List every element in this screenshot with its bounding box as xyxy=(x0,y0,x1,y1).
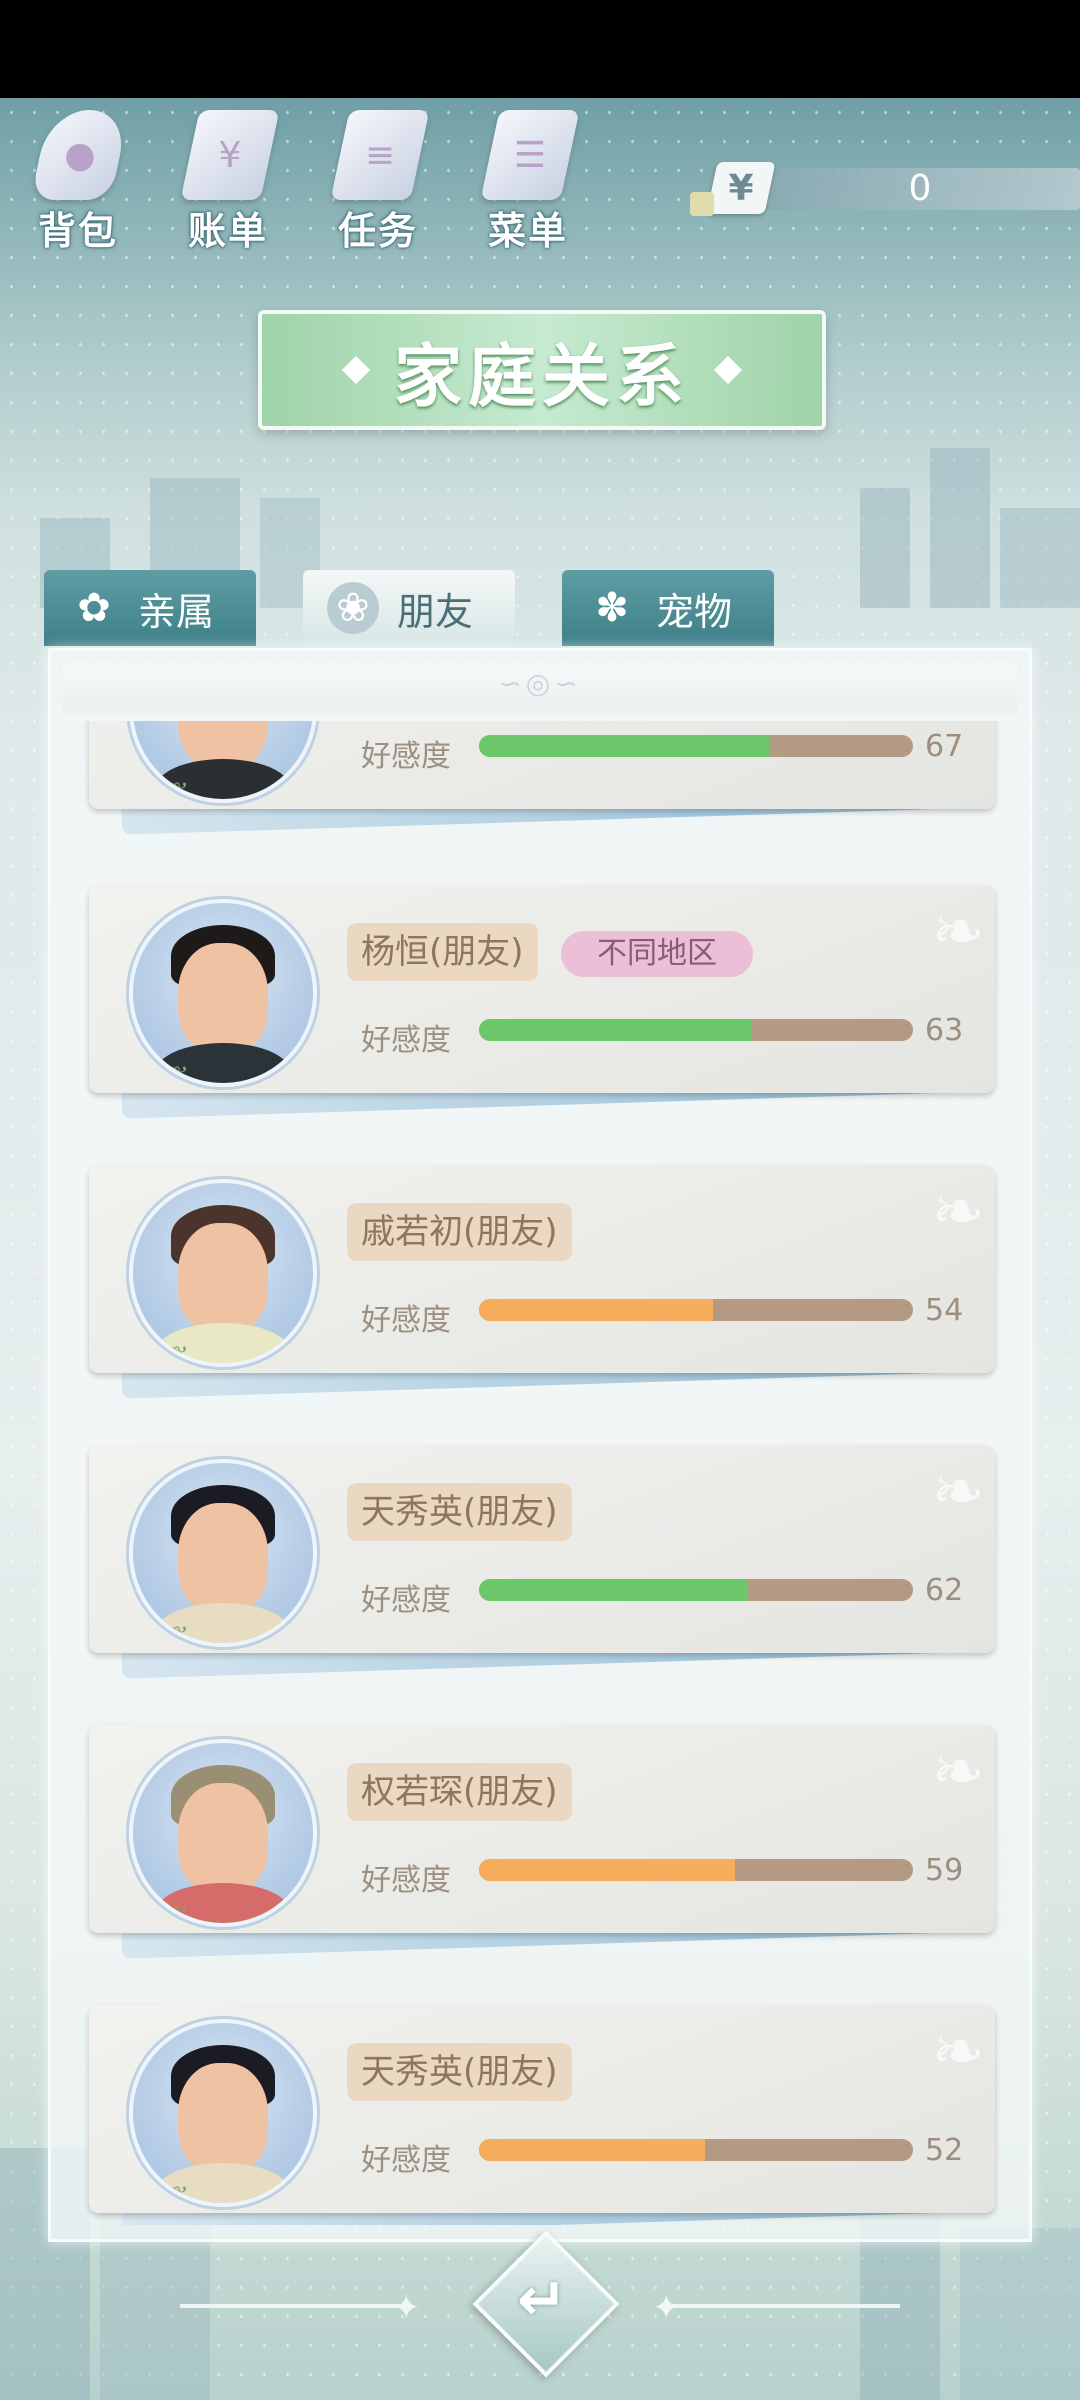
affinity-label: 好感度 xyxy=(361,2143,451,2178)
bag-label: 背包 xyxy=(37,209,118,253)
affinity-bar xyxy=(479,1019,913,1041)
bill-button[interactable]: ¥ 账单 xyxy=(168,110,288,260)
sakura-icon: ✿ xyxy=(77,585,111,631)
affinity-label: 好感度 xyxy=(361,1583,451,1618)
affinity-value: 52 xyxy=(925,2133,964,2168)
back-button[interactable]: ↵ xyxy=(472,2230,620,2378)
coin-icon xyxy=(690,192,714,216)
sparkle-icon: ✦ xyxy=(652,2288,681,2328)
menu-label: 菜单 xyxy=(487,209,568,253)
tab-label: 亲属 xyxy=(138,589,215,634)
divider-left xyxy=(180,2304,410,2308)
affinity-value: 63 xyxy=(925,1013,964,1048)
money-display: 0 ¥ xyxy=(690,162,1080,216)
avatar: ❦❦❦ xyxy=(129,899,317,1087)
tab-pets[interactable]: ✽ 宠物 xyxy=(562,570,774,646)
affinity-value: 59 xyxy=(925,1853,964,1888)
friends-list[interactable]: ❦❦❦ 好感度 67 ❧ ❦❦❦ 杨恒(朋友) 不同地区 好感度 63 ❧ ❦❦… xyxy=(51,721,1035,2225)
tab-label: 朋友 xyxy=(397,589,474,634)
task-label: 任务 xyxy=(337,209,418,253)
friend-name: 杨恒(朋友) xyxy=(347,923,538,981)
friend-card[interactable]: ❧ ❦❦❦ 戚若初(朋友) 好感度 54 xyxy=(89,1165,995,1399)
vine-ornament-icon: ❧ xyxy=(931,1455,985,1529)
avatar: ❦❦❦ xyxy=(129,1739,317,1927)
avatar: ❦❦❦ xyxy=(129,2019,317,2207)
friend-card[interactable]: ❧ ❦❦❦ 天秀英(朋友) 好感度 62 xyxy=(89,1445,995,1679)
friend-card[interactable]: ❧ ❦❦❦ 天秀英(朋友) 好感度 52 xyxy=(89,2005,995,2225)
affinity-value: 54 xyxy=(925,1293,964,1328)
money-value: 0 xyxy=(908,168,932,209)
affinity-label: 好感度 xyxy=(361,739,451,774)
tab-friends[interactable]: ❀ 朋友 xyxy=(303,570,515,646)
affinity-bar xyxy=(479,1579,913,1601)
avatar: ❦❦❦ xyxy=(129,1459,317,1647)
sparkle-icon: ✦ xyxy=(392,2288,421,2328)
diamond-icon xyxy=(713,355,743,385)
avatar: ❦❦❦ xyxy=(129,1179,317,1367)
affinity-value: 67 xyxy=(925,729,964,764)
tab-label: 宠物 xyxy=(656,589,733,634)
friend-name: 戚若初(朋友) xyxy=(347,1203,572,1261)
bill-label: 账单 xyxy=(187,209,268,253)
affinity-bar xyxy=(479,1299,913,1321)
affinity-label: 好感度 xyxy=(361,1303,451,1338)
affinity-label: 好感度 xyxy=(361,1863,451,1898)
menu-button[interactable]: ☰ 菜单 xyxy=(468,110,588,260)
affinity-value: 62 xyxy=(925,1573,964,1608)
vine-ornament-icon: ❧ xyxy=(931,1175,985,1249)
friend-name: 天秀英(朋友) xyxy=(347,1483,572,1541)
affinity-bar xyxy=(479,735,913,757)
bag-button[interactable]: ● 背包 xyxy=(18,110,138,260)
vine-ornament-icon: ❧ xyxy=(931,895,985,969)
friend-name: 权若琛(朋友) xyxy=(347,1763,572,1821)
affinity-bar xyxy=(479,1859,913,1881)
friend-card[interactable]: ❧ ❦❦❦ 杨恒(朋友) 不同地区 好感度 63 xyxy=(89,885,995,1119)
friend-card[interactable]: ❦❦❦ 好感度 67 xyxy=(89,721,995,835)
friend-card[interactable]: ❧ ❦❦❦ 权若琛(朋友) 好感度 59 xyxy=(89,1725,995,1959)
page-title-banner: 家庭关系 xyxy=(258,310,826,430)
affinity-label: 好感度 xyxy=(361,1023,451,1058)
bill-icon: ¥ xyxy=(180,110,280,200)
task-icon: ≡ xyxy=(330,110,430,200)
yuan-icon: ¥ xyxy=(706,162,776,214)
ornament-icon: ∽◎∽ xyxy=(498,667,582,700)
task-button[interactable]: ≡ 任务 xyxy=(318,110,438,260)
flower-icon: ❀ xyxy=(327,582,379,634)
affinity-bar xyxy=(479,2139,913,2161)
tab-relatives[interactable]: ✿ 亲属 xyxy=(44,570,256,646)
friends-panel: ∽◎∽ ❦❦❦ 好感度 67 ❧ ❦❦❦ 杨恒(朋友) 不同地区 好感度 63 … xyxy=(48,648,1032,2242)
region-badge: 不同地区 xyxy=(561,931,753,977)
page-title: 家庭关系 xyxy=(393,337,690,417)
divider-right xyxy=(670,2304,900,2308)
menu-icon: ☰ xyxy=(480,110,580,200)
friend-name: 天秀英(朋友) xyxy=(347,2043,572,2101)
diamond-icon xyxy=(341,355,371,385)
avatar: ❦❦❦ xyxy=(129,721,317,803)
return-arrow-icon: ↵ xyxy=(516,2265,568,2335)
gear-flower-icon: ✽ xyxy=(595,585,629,631)
vine-ornament-icon: ❧ xyxy=(931,2015,985,2089)
bag-icon: ● xyxy=(30,110,130,200)
vine-ornament-icon: ❧ xyxy=(931,1735,985,1809)
